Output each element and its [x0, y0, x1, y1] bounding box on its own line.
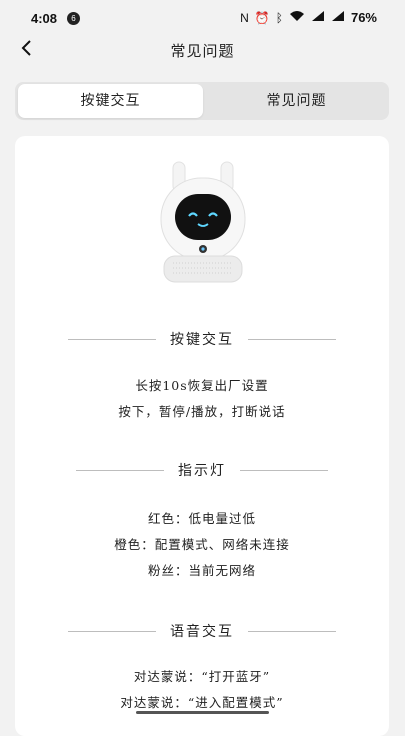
info-line: 对达蒙说：“打开蓝牙” — [133, 669, 271, 684]
divider-left — [68, 338, 156, 340]
section-title-indicator: 指示灯 — [15, 460, 389, 480]
status-time: 4:08 — [31, 11, 58, 26]
info-line: 长按10s恢复出厂设置 — [135, 378, 269, 393]
section-title-buttons: 按键交互 — [15, 329, 389, 349]
alarm-icon: ⏰ — [254, 10, 270, 25]
home-indicator[interactable] — [136, 711, 269, 714]
header: 常见问题 — [0, 36, 405, 64]
page-title: 常见问题 — [170, 42, 235, 60]
status-bar: 4:08 6 N ⏰ ᛒ 76% — [0, 0, 405, 36]
divider-left — [76, 469, 164, 471]
info-line: 红色：低电量过低 — [147, 511, 256, 526]
cell-signal-icon-1 — [311, 10, 325, 25]
tab-faq[interactable]: 常见问题 — [204, 84, 389, 118]
section-heading: 按键交互 — [170, 332, 234, 348]
tab-button-interaction[interactable]: 按键交互 — [18, 84, 203, 118]
wifi-icon — [289, 10, 305, 25]
divider-left — [68, 630, 156, 632]
bluetooth-icon: ᛒ — [275, 10, 283, 25]
notification-badge: 6 — [67, 12, 80, 25]
info-line: 对达蒙说：“进入配置模式” — [120, 695, 284, 710]
robot-image — [160, 161, 246, 283]
section-heading: 指示灯 — [178, 463, 226, 479]
nfc-icon: N — [240, 10, 249, 25]
info-line: 按下，暂停/播放，打断说话 — [118, 404, 286, 419]
section-heading: 语音交互 — [170, 624, 234, 640]
divider-right — [240, 469, 328, 471]
content-card: 按键交互 长按10s恢复出厂设置 按下，暂停/播放，打断说话 指示灯 红色：低电… — [15, 136, 389, 736]
divider-right — [248, 630, 336, 632]
status-icons: N ⏰ ᛒ 76% — [240, 10, 377, 25]
divider-right — [248, 338, 336, 340]
info-line: 粉丝：当前无网络 — [147, 563, 256, 578]
section-title-voice: 语音交互 — [15, 621, 389, 641]
battery-level: 76% — [350, 10, 377, 25]
cell-signal-icon-2 — [331, 10, 345, 25]
info-line: 橙色：配置模式、网络未连接 — [114, 537, 290, 552]
tab-bar: 按键交互 常见问题 — [15, 82, 389, 120]
